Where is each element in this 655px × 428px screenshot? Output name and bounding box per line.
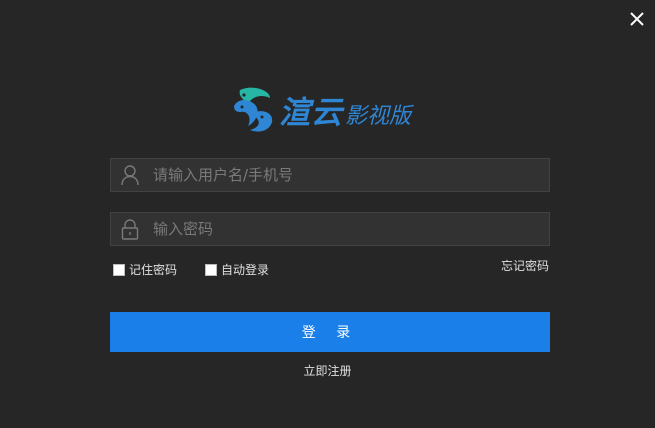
close-button[interactable] xyxy=(627,9,647,29)
remember-password-label: 记住密码 xyxy=(129,263,178,277)
lock-icon xyxy=(121,219,139,240)
lock-icon-wrap xyxy=(111,213,149,245)
app-logo: 渲云 影视版 xyxy=(230,82,430,136)
brand-name: 渲云 影视版 xyxy=(279,87,411,132)
fish-logo-icon xyxy=(234,87,273,132)
password-field[interactable] xyxy=(110,212,550,246)
auto-login-label: 自动登录 xyxy=(221,263,270,277)
username-field[interactable] xyxy=(110,158,550,192)
register-link[interactable]: 立即注册 xyxy=(0,362,655,379)
brand-main: 渲云 xyxy=(279,94,343,131)
forgot-password-link[interactable]: 忘记密码 xyxy=(501,257,549,274)
remember-password-checkbox[interactable] xyxy=(113,263,125,276)
remember-password-option[interactable]: 记住密码 xyxy=(113,261,177,278)
user-icon xyxy=(121,165,139,186)
auto-login-option[interactable]: 自动登录 xyxy=(205,261,269,278)
auto-login-checkbox[interactable] xyxy=(205,263,217,276)
password-input[interactable] xyxy=(149,214,549,244)
user-icon-wrap xyxy=(111,159,149,191)
brand-sub: 影视版 xyxy=(345,103,412,129)
close-icon xyxy=(630,12,644,26)
login-button[interactable]: 登 录 xyxy=(110,312,550,352)
username-input[interactable] xyxy=(149,160,549,190)
